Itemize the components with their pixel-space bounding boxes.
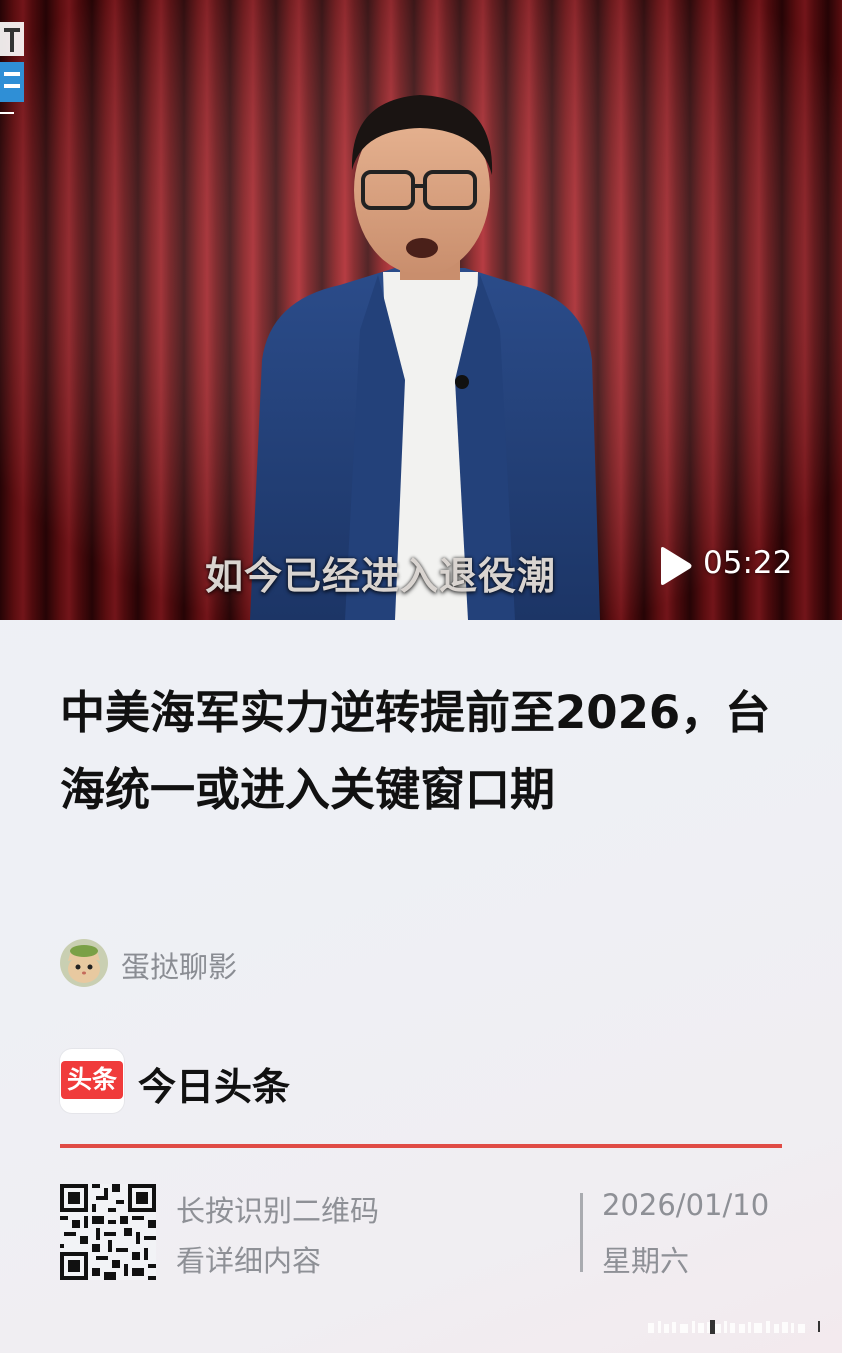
bottom-noise-strip — [648, 1320, 820, 1334]
play-icon[interactable] — [657, 546, 693, 586]
post-weekday: 星期六 — [602, 1244, 690, 1278]
channel-logo — [0, 22, 24, 114]
qr-hint-line2: 看详细内容 — [176, 1244, 322, 1278]
cat-avatar-icon — [60, 939, 108, 987]
video-thumbnail[interactable]: 如今已经进入退役潮 05:22 — [0, 0, 842, 620]
qr-code-icon[interactable] — [60, 1184, 156, 1280]
article-title[interactable]: 中美海军实力逆转提前至2026，台海统一或进入关键窗口期 — [60, 674, 790, 828]
brand-name: 今日头条 — [138, 1065, 291, 1109]
vertical-divider — [580, 1193, 583, 1272]
author-name[interactable]: 蛋挞聊影 — [121, 944, 237, 986]
toutiao-logo: 头条 — [60, 1049, 124, 1113]
video-subtitle: 如今已经进入退役潮 — [205, 554, 557, 598]
post-date: 2026/01/10 — [602, 1188, 770, 1222]
qr-hint-line1: 长按识别二维码 — [176, 1194, 380, 1228]
video-duration: 05:22 — [703, 545, 793, 581]
author-avatar[interactable] — [60, 939, 108, 987]
video-frame — [0, 0, 842, 620]
footer-divider — [60, 1144, 782, 1148]
toutiao-logo-text: 头条 — [61, 1061, 123, 1099]
